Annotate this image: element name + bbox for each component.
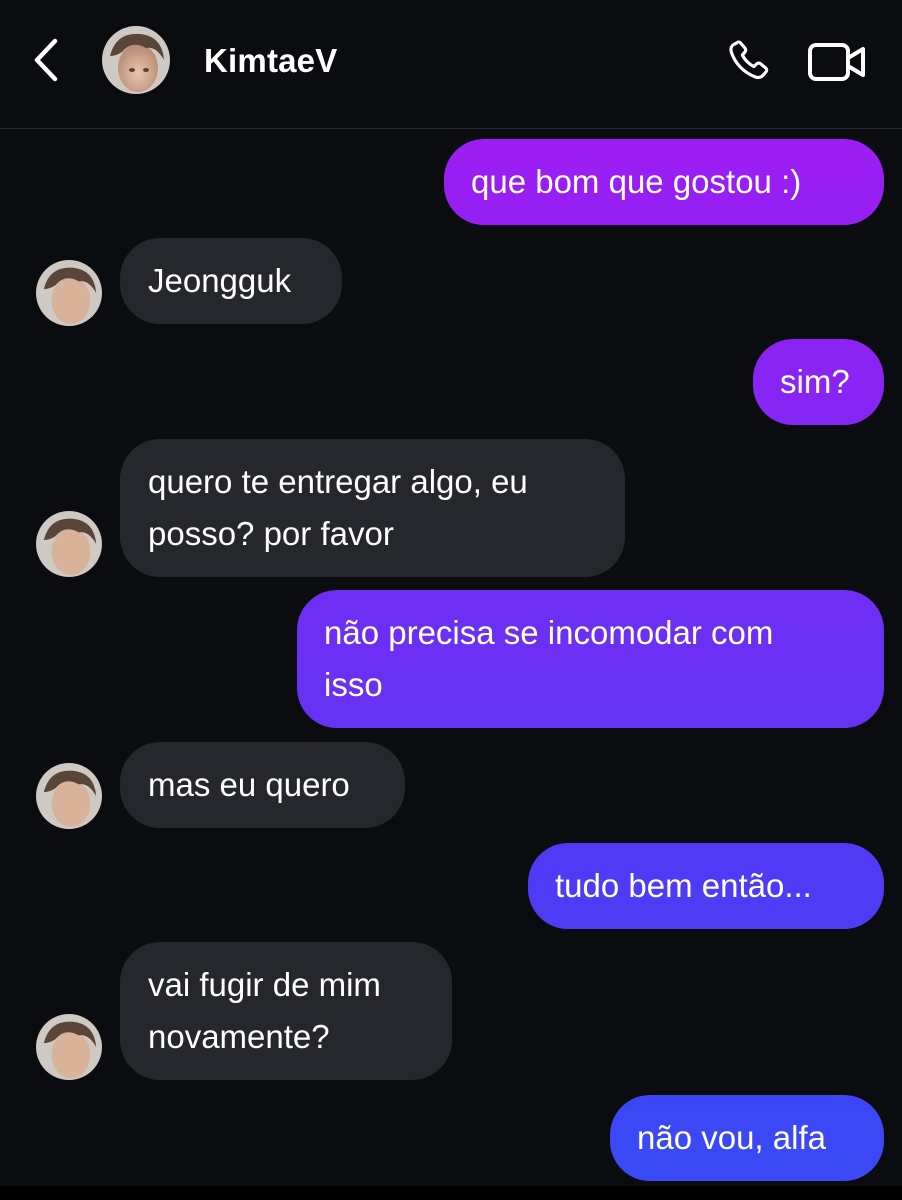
sent-message-bubble[interactable]: tudo bem então... <box>528 843 884 929</box>
sender-avatar[interactable] <box>36 763 102 829</box>
message-text: que bom que gostou :) <box>471 163 802 200</box>
chat-header: KimtaeV <box>0 0 902 129</box>
message-text: tudo bem então... <box>555 867 812 904</box>
sent-message-bubble[interactable]: não precisa se incomodar com isso <box>297 590 884 728</box>
video-call-button[interactable] <box>804 38 870 86</box>
message-text: sim? <box>780 363 850 400</box>
message-text: mas eu quero <box>148 766 350 803</box>
contact-avatar[interactable] <box>102 26 170 94</box>
sender-avatar[interactable] <box>36 1014 102 1080</box>
video-camera-icon <box>808 43 865 81</box>
sent-message-bubble[interactable]: que bom que gostou :) <box>444 139 884 225</box>
received-message-bubble[interactable]: Jeongguk <box>120 238 342 324</box>
received-message-bubble[interactable]: vai fugir de mim novamente? <box>120 942 452 1080</box>
message-text-line: posso? por favor <box>148 515 394 552</box>
sender-avatar[interactable] <box>36 511 102 577</box>
chat-screen: KimtaeV que bom que gostou :) Jeongguk s… <box>0 0 902 1200</box>
message-text-line: vai fugir de mim <box>148 966 381 1003</box>
message-text: Jeongguk <box>148 262 292 299</box>
audio-call-button[interactable] <box>718 34 778 90</box>
message-text: não vou, alfa <box>637 1119 826 1156</box>
chevron-left-icon <box>34 38 58 82</box>
sent-message-bubble[interactable]: sim? <box>753 339 884 425</box>
received-message-bubble[interactable]: mas eu quero <box>120 742 405 828</box>
message-text-line: não precisa se incomodar com <box>324 614 774 651</box>
bottom-edge <box>0 1186 902 1200</box>
sent-message-bubble[interactable]: não vou, alfa <box>610 1095 884 1181</box>
received-message-bubble[interactable]: quero te entregar algo, eu posso? por fa… <box>120 439 625 577</box>
message-text-line: novamente? <box>148 1018 330 1055</box>
contact-username[interactable]: KimtaeV <box>204 42 337 80</box>
back-button[interactable] <box>24 36 68 84</box>
phone-icon <box>729 40 769 80</box>
sender-avatar[interactable] <box>36 260 102 326</box>
message-text-line: quero te entregar algo, eu <box>148 463 528 500</box>
message-text-line: isso <box>324 666 383 703</box>
